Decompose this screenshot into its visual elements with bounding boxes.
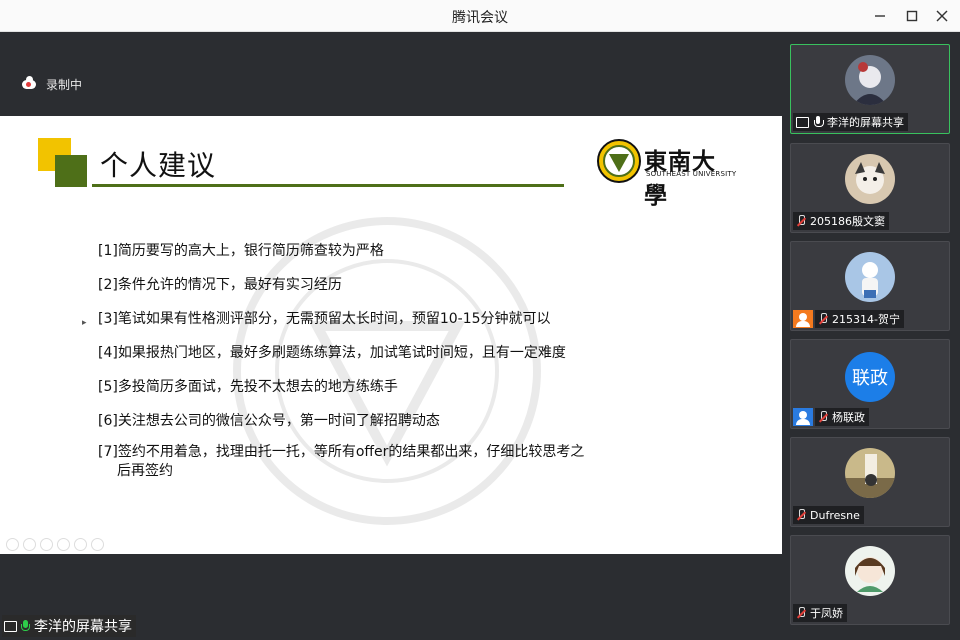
avatar bbox=[845, 448, 895, 498]
avatar bbox=[845, 55, 895, 105]
participant-tile[interactable]: Dufresne bbox=[790, 437, 950, 527]
avatar-image bbox=[845, 252, 895, 302]
slide-title: 个人建议 bbox=[100, 149, 217, 182]
logo-english-name: SOUTHEAST UNIVERSITY bbox=[646, 170, 737, 178]
avatar-image bbox=[845, 546, 895, 596]
user-icon bbox=[796, 313, 810, 327]
university-logo: 東南大學 SOUTHEAST UNIVERSITY bbox=[596, 138, 737, 209]
close-icon bbox=[936, 10, 948, 22]
cursor-icon: ▸ bbox=[82, 318, 87, 328]
recording-label: 录制中 bbox=[46, 78, 83, 92]
title-accent-green bbox=[55, 155, 87, 187]
screen-share-name: 李洋的屏幕共享 bbox=[34, 619, 132, 635]
screen-share-icon bbox=[796, 116, 809, 128]
participant-name: Dufresne bbox=[810, 508, 860, 522]
participant-name: 215314-贺宁 bbox=[832, 313, 900, 326]
participant-name: 于凤娇 bbox=[810, 607, 843, 620]
shared-screen-area: 录制中 个人建议 東南大學 SOUTHEAST UNIVERSITY ▸ [1]… bbox=[0, 32, 782, 640]
participant-tile[interactable]: 215314-贺宁 bbox=[790, 241, 950, 331]
avatar-image bbox=[845, 55, 895, 105]
title-underline bbox=[92, 184, 564, 187]
mic-muted-icon bbox=[818, 313, 828, 325]
user-type-badge bbox=[793, 408, 813, 426]
list-item: [6]关注想去公司的微信公众号，第一时间了解招聘动态 bbox=[98, 413, 440, 429]
window-title: 腾讯会议 bbox=[452, 10, 508, 26]
minimize-button[interactable] bbox=[866, 4, 894, 28]
list-item: [7]签约不用着急，找理由托一托，等所有offer的结果都出来，仔细比较思考之 … bbox=[98, 443, 638, 481]
suggestion-list: [1]简历要写的高大上，银行简历筛查较为严格 [2]条件允许的情况下，最好有实习… bbox=[98, 242, 638, 496]
microphone-icon bbox=[813, 116, 824, 128]
participant-tile[interactable]: 于凤娇 bbox=[790, 535, 950, 625]
participant-name-label: 杨联政 bbox=[815, 408, 869, 426]
list-item: [2]条件允许的情况下，最好有实习经历 bbox=[98, 277, 342, 293]
pen-icon[interactable] bbox=[40, 538, 53, 551]
user-icon bbox=[796, 411, 810, 425]
list-item: [3]笔试如果有性格测评部分，无需预留太长时间，预留10-15分钟就可以 bbox=[98, 311, 551, 327]
zoom-icon[interactable] bbox=[74, 538, 87, 551]
screen-share-icon bbox=[4, 620, 17, 632]
mic-muted-icon bbox=[818, 411, 828, 423]
close-button[interactable] bbox=[928, 4, 956, 28]
participant-name-label: 215314-贺宁 bbox=[815, 310, 904, 328]
participant-name-label: 205186殷文窦 bbox=[793, 212, 889, 230]
participant-name-label: 李洋的屏幕共享 bbox=[793, 113, 908, 131]
participant-name-label: 于凤娇 bbox=[793, 604, 847, 622]
participant-name: 杨联政 bbox=[832, 411, 865, 424]
avatar bbox=[845, 154, 895, 204]
maximize-button[interactable] bbox=[898, 4, 926, 28]
participant-name: 李洋的屏幕共享 bbox=[827, 116, 904, 129]
mic-muted-icon bbox=[796, 509, 806, 521]
participant-tile[interactable]: 联政 杨联政 bbox=[790, 339, 950, 429]
prev-slide-icon[interactable] bbox=[6, 538, 19, 551]
minimize-icon bbox=[875, 15, 885, 17]
next-slide-icon[interactable] bbox=[23, 538, 36, 551]
list-item: [4]如果报热门地区，最好多刷题练练算法，加试笔试时间短，且有一定难度 bbox=[98, 345, 566, 361]
presentation-slide: 个人建议 東南大學 SOUTHEAST UNIVERSITY ▸ [1]简历要写… bbox=[0, 116, 782, 554]
avatar bbox=[845, 252, 895, 302]
cloud-record-icon bbox=[22, 76, 36, 89]
avatar-image bbox=[845, 448, 895, 498]
slides-grid-icon[interactable] bbox=[57, 538, 70, 551]
recording-indicator[interactable]: 录制中 bbox=[22, 76, 82, 93]
mic-muted-icon bbox=[796, 607, 806, 619]
avatar: 联政 bbox=[845, 352, 895, 402]
microphone-icon bbox=[21, 620, 30, 632]
list-item: [1]简历要写的高大上，银行简历筛查较为严格 bbox=[98, 243, 384, 259]
maximize-icon bbox=[906, 10, 918, 22]
university-seal-icon bbox=[597, 139, 641, 183]
participant-tile[interactable]: 李洋的屏幕共享 bbox=[790, 44, 950, 134]
more-icon[interactable] bbox=[91, 538, 104, 551]
list-item-line: [7]签约不用着急，找理由托一托，等所有offer的结果都出来，仔细比较思考之 bbox=[98, 444, 585, 460]
list-item-continuation: 后再签约 bbox=[117, 463, 173, 479]
user-type-badge bbox=[793, 310, 813, 328]
mic-muted-icon bbox=[796, 215, 806, 227]
participant-tile[interactable]: 205186殷文窦 bbox=[790, 143, 950, 233]
title-bar: 腾讯会议 bbox=[0, 0, 960, 32]
participant-name: 205186殷文窦 bbox=[810, 215, 885, 228]
participant-name-label: Dufresne bbox=[793, 506, 864, 524]
participant-panel: 李洋的屏幕共享 205186殷文窦 215314-贺宁 联政 杨联政 Dufre… bbox=[782, 32, 960, 640]
list-item: [5]多投简历多面试，先投不太想去的地方练练手 bbox=[98, 379, 398, 395]
avatar bbox=[845, 546, 895, 596]
screen-share-label: 李洋的屏幕共享 bbox=[2, 615, 136, 637]
slide-controls bbox=[6, 538, 104, 551]
avatar-image bbox=[845, 154, 895, 204]
